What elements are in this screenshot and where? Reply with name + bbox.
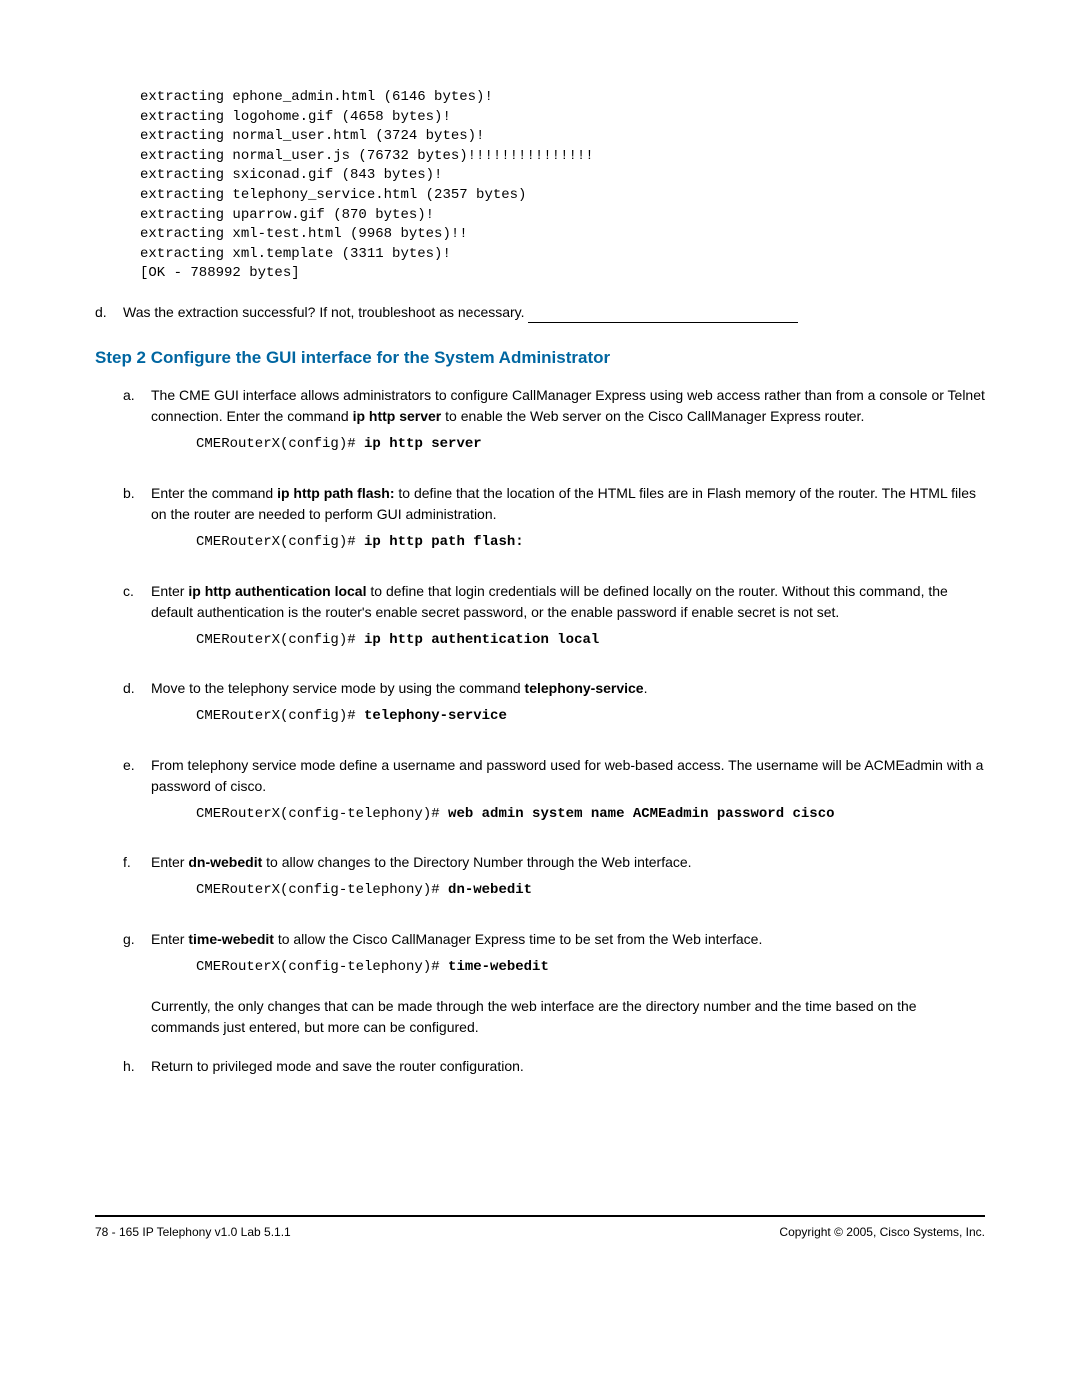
step2-b-content: Enter the command ip http path flash: to…	[151, 483, 985, 571]
step2-d-text1: Move to the telephony service mode by us…	[151, 680, 525, 696]
step2-g-post: Currently, the only changes that can be …	[151, 996, 985, 1038]
step2-b-letter: b.	[123, 483, 151, 571]
step2-h: h. Return to privileged mode and save th…	[123, 1056, 985, 1085]
item-d1-letter: d.	[95, 302, 123, 323]
step2-d: d. Move to the telephony service mode by…	[123, 678, 985, 745]
extract-line-0: extracting ephone_admin.html (6146 bytes…	[140, 89, 493, 105]
step2-e-code-prefix: CMERouterX(config-telephony)#	[196, 806, 448, 822]
page-footer: 78 - 165 IP Telephony v1.0 Lab 5.1.1 Cop…	[95, 1215, 985, 1241]
extract-line-4: extracting sxiconad.gif (843 bytes)!	[140, 167, 442, 183]
step2-b: b. Enter the command ip http path flash:…	[123, 483, 985, 571]
step2-a-bold1: ip http server	[353, 408, 442, 424]
extract-line-7: extracting xml-test.html (9968 bytes)!!	[140, 226, 468, 242]
item-d1-text: Was the extraction successful? If not, t…	[123, 304, 528, 320]
step2-f-text1: Enter	[151, 854, 188, 870]
step2-h-text1: Return to privileged mode and save the r…	[151, 1058, 524, 1074]
step2-e-content: From telephony service mode define a use…	[151, 755, 985, 843]
extract-line-6: extracting uparrow.gif (870 bytes)!	[140, 207, 434, 223]
step2-f-text2: to allow changes to the Directory Number…	[262, 854, 691, 870]
step2-c-content: Enter ip http authentication local to de…	[151, 581, 985, 669]
step2-c-code-bold: ip http authentication local	[364, 632, 599, 648]
step2-f-content: Enter dn-webedit to allow changes to the…	[151, 852, 985, 919]
extract-line-5: extracting telephony_service.html (2357 …	[140, 187, 526, 203]
step2-c-letter: c.	[123, 581, 151, 669]
extract-line-8: extracting xml.template (3311 bytes)!	[140, 246, 451, 262]
step2-f-letter: f.	[123, 852, 151, 919]
step2-b-bold1: ip http path flash:	[277, 485, 394, 501]
step2-b-code-prefix: CMERouterX(config)#	[196, 534, 364, 550]
step2-a-code-bold: ip http server	[364, 436, 482, 452]
step2-a-content: The CME GUI interface allows administrat…	[151, 385, 985, 473]
step2-d-text2: .	[644, 680, 648, 696]
step2-g-code-bold: time-webedit	[448, 959, 549, 975]
step2-d-bold1: telephony-service	[525, 680, 644, 696]
footer-right: Copyright © 2005, Cisco Systems, Inc.	[779, 1223, 985, 1241]
step2-g-bold1: time-webedit	[188, 931, 274, 947]
extraction-output: extracting ephone_admin.html (6146 bytes…	[140, 88, 985, 284]
footer-left: 78 - 165 IP Telephony v1.0 Lab 5.1.1	[95, 1223, 291, 1241]
step2-g-text1: Enter	[151, 931, 188, 947]
step2-a-code-prefix: CMERouterX(config)#	[196, 436, 364, 452]
step2-c-text1: Enter	[151, 583, 188, 599]
step2-f: f. Enter dn-webedit to allow changes to …	[123, 852, 985, 919]
step2-e-code-bold: web admin system name ACMEadmin password…	[448, 806, 834, 822]
step2-d-letter: d.	[123, 678, 151, 745]
step2-h-content: Return to privileged mode and save the r…	[151, 1056, 985, 1085]
step2-a-text2: to enable the Web server on the Cisco Ca…	[441, 408, 864, 424]
step2-c: c. Enter ip http authentication local to…	[123, 581, 985, 669]
step2-c-code-prefix: CMERouterX(config)#	[196, 632, 364, 648]
step2-h-letter: h.	[123, 1056, 151, 1085]
extract-line-2: extracting normal_user.html (3724 bytes)…	[140, 128, 484, 144]
item-d1-content: Was the extraction successful? If not, t…	[123, 302, 985, 323]
extract-line-9: [OK - 788992 bytes]	[140, 265, 300, 281]
step2-g-code-prefix: CMERouterX(config-telephony)#	[196, 959, 448, 975]
answer-blank	[528, 322, 798, 323]
step2-g-letter: g.	[123, 929, 151, 1046]
step2-f-code-prefix: CMERouterX(config-telephony)#	[196, 882, 448, 898]
step2-b-code-bold: ip http path flash:	[364, 534, 524, 550]
step2-b-text1: Enter the command	[151, 485, 277, 501]
step2-d-code-bold: telephony-service	[364, 708, 507, 724]
step2-a-letter: a.	[123, 385, 151, 473]
step2-e-letter: e.	[123, 755, 151, 843]
step2-g-content: Enter time-webedit to allow the Cisco Ca…	[151, 929, 985, 1046]
step2-d-code-prefix: CMERouterX(config)#	[196, 708, 364, 724]
step2-a: a. The CME GUI interface allows administ…	[123, 385, 985, 473]
step2-f-code-bold: dn-webedit	[448, 882, 532, 898]
step2-heading: Step 2 Configure the GUI interface for t…	[95, 345, 985, 371]
step2-f-bold1: dn-webedit	[188, 854, 262, 870]
extract-line-3: extracting normal_user.js (76732 bytes)!…	[140, 148, 594, 164]
step2-e-text1: From telephony service mode define a use…	[151, 757, 983, 794]
step2-c-bold1: ip http authentication local	[188, 583, 366, 599]
step2-g-text2: to allow the Cisco CallManager Express t…	[274, 931, 762, 947]
step2-d-content: Move to the telephony service mode by us…	[151, 678, 985, 745]
item-d1: d. Was the extraction successful? If not…	[95, 302, 985, 323]
step2-e: e. From telephony service mode define a …	[123, 755, 985, 843]
extract-line-1: extracting logohome.gif (4658 bytes)!	[140, 109, 451, 125]
step2-g: g. Enter time-webedit to allow the Cisco…	[123, 929, 985, 1046]
